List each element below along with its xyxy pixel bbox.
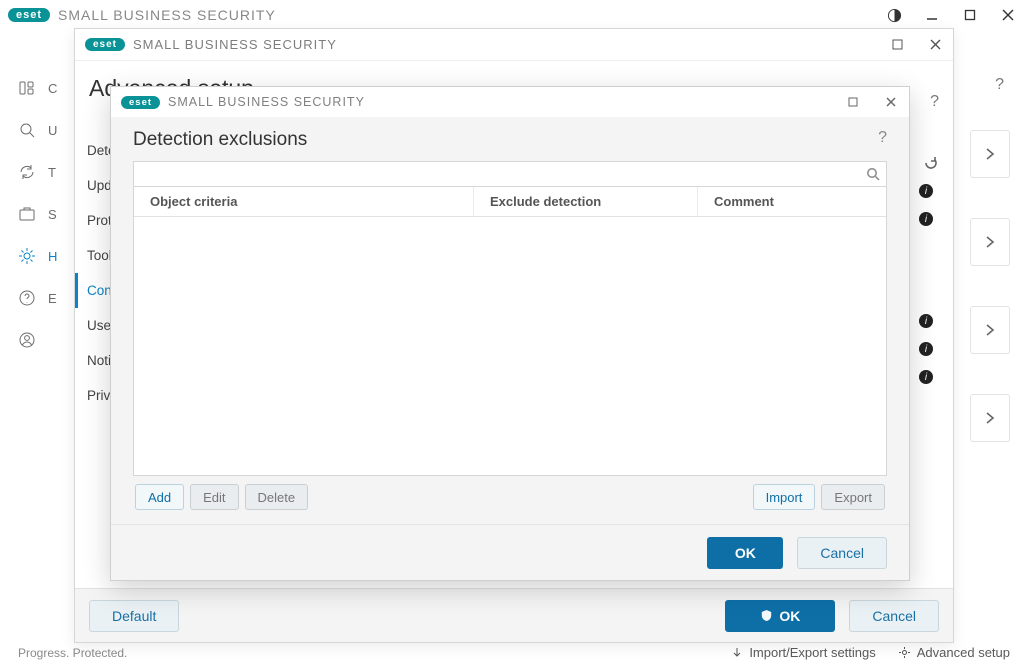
adv-app-title: SMALL BUSINESS SECURITY <box>133 37 337 52</box>
reset-icon[interactable] <box>923 155 939 171</box>
maximize-icon[interactable] <box>889 37 905 53</box>
table-rows-empty <box>134 217 886 475</box>
card-chevron-4[interactable] <box>970 394 1010 442</box>
main-app-title: SMALL BUSINESS SECURITY <box>58 7 276 23</box>
cancel-button[interactable]: Cancel <box>849 600 939 632</box>
adv-titlebar: eset SMALL BUSINESS SECURITY <box>75 29 953 61</box>
maximize-icon[interactable] <box>962 7 978 23</box>
advanced-setup-link[interactable]: Advanced setup <box>898 645 1010 660</box>
contrast-icon[interactable] <box>886 7 902 23</box>
close-icon[interactable] <box>883 94 899 110</box>
cancel-button[interactable]: Cancel <box>797 537 887 569</box>
dlg-app-title: SMALL BUSINESS SECURITY <box>168 95 365 109</box>
search-icon[interactable] <box>866 167 880 181</box>
rail-item-help[interactable]: E <box>18 284 64 312</box>
close-icon[interactable] <box>927 37 943 53</box>
main-left-rail: C U T S H E <box>0 68 64 354</box>
info-icon[interactable]: i <box>919 370 933 384</box>
dialog-heading: Detection exclusions <box>133 129 887 151</box>
minimize-icon[interactable] <box>924 7 940 23</box>
info-icon[interactable]: i <box>919 314 933 328</box>
main-titlebar: eset SMALL BUSINESS SECURITY <box>0 0 1024 30</box>
card-chevron-2[interactable] <box>970 218 1010 266</box>
right-collapsed-cards <box>970 130 1010 442</box>
exclusions-table: Object criteria Exclude detection Commen… <box>133 187 887 476</box>
bottom-right-links: Import/Export settings Advanced setup <box>731 645 1010 660</box>
maximize-icon[interactable] <box>845 94 861 110</box>
close-icon[interactable] <box>1000 7 1016 23</box>
dlg-footer: OK Cancel <box>111 524 909 580</box>
rail-item-account[interactable] <box>18 326 64 354</box>
column-object-criteria[interactable]: Object criteria <box>134 187 474 216</box>
rail-item-tools[interactable]: S <box>18 200 64 228</box>
detection-exclusions-dialog: eset SMALL BUSINESS SECURITY Detection e… <box>110 86 910 581</box>
column-comment[interactable]: Comment <box>698 187 886 216</box>
rail-item-update[interactable]: T <box>18 158 64 186</box>
help-icon[interactable]: ? <box>930 93 939 111</box>
info-icons-column: i i i i i <box>919 184 933 384</box>
ok-button[interactable]: OK <box>725 600 835 632</box>
dlg-body: Detection exclusions ? Object criteria E… <box>111 117 909 524</box>
column-exclude-detection[interactable]: Exclude detection <box>474 187 698 216</box>
rail-item-overview[interactable]: C <box>18 74 64 102</box>
import-button[interactable]: Import <box>753 484 816 510</box>
help-icon[interactable]: ? <box>878 129 887 147</box>
dlg-titlebar: eset SMALL BUSINESS SECURITY <box>111 87 909 117</box>
default-button[interactable]: Default <box>89 600 179 632</box>
status-bar-text: Progress. Protected. <box>18 646 127 660</box>
card-chevron-1[interactable] <box>970 130 1010 178</box>
card-chevron-3[interactable] <box>970 306 1010 354</box>
edit-button[interactable]: Edit <box>190 484 238 510</box>
rail-item-setup[interactable]: H <box>18 242 64 270</box>
eset-logo: eset <box>85 38 125 51</box>
info-icon[interactable]: i <box>919 212 933 226</box>
adv-footer: Default OK Cancel <box>75 588 953 642</box>
add-button[interactable]: Add <box>135 484 184 510</box>
eset-logo: eset <box>8 8 50 22</box>
ok-button-label: OK <box>779 608 800 624</box>
delete-button[interactable]: Delete <box>245 484 309 510</box>
ok-button[interactable]: OK <box>707 537 783 569</box>
import-export-link[interactable]: Import/Export settings <box>731 645 875 660</box>
table-action-bar: Add Edit Delete Import Export <box>133 476 887 510</box>
eset-logo: eset <box>121 96 160 109</box>
info-icon[interactable]: i <box>919 184 933 198</box>
table-header-row: Object criteria Exclude detection Commen… <box>134 187 886 217</box>
exclusions-search-row <box>133 161 887 187</box>
exclusions-search-input[interactable] <box>140 167 866 182</box>
export-button[interactable]: Export <box>821 484 885 510</box>
help-icon[interactable]: ? <box>995 76 1004 94</box>
rail-item-scan[interactable]: U <box>18 116 64 144</box>
info-icon[interactable]: i <box>919 342 933 356</box>
